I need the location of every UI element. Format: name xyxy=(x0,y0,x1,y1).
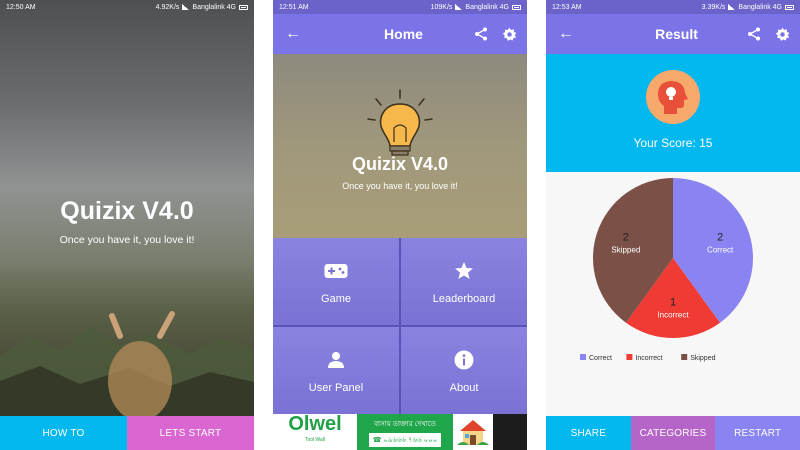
ad-brand-logo: Olwel Tool Wall xyxy=(273,414,357,448)
user-panel-tile[interactable]: User Panel xyxy=(273,327,399,414)
status-time: 12:51 AM xyxy=(279,3,309,11)
ad-banner[interactable]: Olwel Tool Wall বাসায় ডাক্তার দেখাতে ☎ … xyxy=(273,414,527,450)
lets-start-button[interactable]: LETS START xyxy=(127,416,254,450)
gear-icon[interactable] xyxy=(502,27,517,42)
share-icon[interactable] xyxy=(747,27,761,41)
tile-label-user-panel: User Panel xyxy=(308,381,364,394)
game-tile[interactable]: Game xyxy=(273,238,399,325)
ad-headline: বাসায় ডাক্তার দেখাতে xyxy=(374,420,436,428)
back-arrow-icon[interactable]: ← xyxy=(546,25,586,43)
tile-label-game: Game xyxy=(321,292,351,305)
home-hero-banner xyxy=(273,54,527,238)
head-idea-icon xyxy=(646,70,700,124)
home-toolbar: ← Home xyxy=(273,14,527,54)
toolbar-title: Home xyxy=(384,26,423,42)
person-icon xyxy=(328,351,344,368)
lightbulb-icon xyxy=(367,89,433,156)
about-tile[interactable]: About xyxy=(401,327,527,414)
app-tagline: Once you have it, you love it! xyxy=(342,181,458,191)
share-icon[interactable] xyxy=(474,27,488,41)
splash-screen: 12:50 AM 4.92K/s Banglalink 4G Quizix V4… xyxy=(0,0,254,450)
share-button[interactable]: SHARE xyxy=(546,416,631,450)
pie-label-incorrect: Incorrect xyxy=(657,311,689,320)
signal-icon xyxy=(182,4,190,10)
signal-icon xyxy=(455,4,463,10)
home-menu-grid: Game Leaderboard User Panel About xyxy=(273,238,527,414)
app-tagline: Once you have it, you love it! xyxy=(59,234,195,246)
battery-icon xyxy=(512,4,521,10)
status-carrier: Banglalink 4G xyxy=(738,3,782,11)
ad-headline-block: বাসায় ডাক্তার দেখাতে ☎ ০৯৬৬৬ ৭৬৬ ০০০ xyxy=(357,414,453,450)
legend-label-incorrect: Incorrect xyxy=(635,355,662,362)
gear-icon[interactable] xyxy=(775,27,790,42)
status-speed: 3.39K/s xyxy=(701,3,726,11)
toolbar-title: Result xyxy=(655,26,698,42)
score-text: Your Score: 15 xyxy=(633,136,713,150)
leaderboard-tile[interactable]: Leaderboard xyxy=(401,238,527,325)
pie-value-incorrect: 1 xyxy=(670,297,676,309)
info-icon xyxy=(454,350,474,369)
status-bar: 12:51 AM 109K/s Banglalink 4G xyxy=(273,0,527,14)
legend-swatch-incorrect xyxy=(626,354,633,360)
signal-icon xyxy=(728,4,736,10)
tile-label-about: About xyxy=(449,381,479,394)
pie-value-correct: 2 xyxy=(717,232,723,244)
legend-swatch-skipped xyxy=(681,354,688,360)
pie-chart-svg: 2 Correct 1 Incorrect 2 Skipped Correct Incorre… xyxy=(580,178,753,362)
pie-label-skipped: Skipped xyxy=(611,246,640,255)
ad-brand-sub: Tool Wall xyxy=(304,437,326,443)
app-title: Quizix V4.0 xyxy=(351,154,449,174)
app-title: Quizix V4.0 xyxy=(60,197,194,225)
legend-label-correct: Correct xyxy=(589,355,612,362)
status-time: 12:53 AM xyxy=(552,3,582,11)
status-carrier: Banglalink 4G xyxy=(465,3,509,11)
result-toolbar: ← Result xyxy=(546,14,800,54)
ad-side-panel xyxy=(493,414,527,450)
legend-swatch-correct xyxy=(580,354,586,360)
legend-label-skipped: Skipped xyxy=(690,355,715,362)
gamepad-icon xyxy=(324,263,348,278)
result-pie-chart: 2 Correct 1 Incorrect 2 Skipped Correct Incorre… xyxy=(546,172,800,416)
status-time: 12:50 AM xyxy=(6,3,36,11)
status-speed: 109K/s xyxy=(430,3,453,11)
battery-icon xyxy=(785,4,794,10)
ad-phone: ☎ ০৯৬৬৬ ৭৬৬ ০০০ xyxy=(368,432,442,447)
home-screen: 12:51 AM 109K/s Banglalink 4G ← Home Qui… xyxy=(273,0,527,450)
result-screen: 12:53 AM 3.39K/s Banglalink 4G ← Result xyxy=(546,0,800,450)
star-icon xyxy=(455,261,473,279)
pie-value-skipped: 2 xyxy=(623,232,629,244)
status-bar: 12:53 AM 3.39K/s Banglalink 4G xyxy=(546,0,800,14)
back-arrow-icon[interactable]: ← xyxy=(273,25,313,43)
restart-button[interactable]: RESTART xyxy=(715,416,800,450)
status-carrier: Banglalink 4G xyxy=(192,3,236,11)
status-speed: 4.92K/s xyxy=(155,3,180,11)
score-panel: Your Score: 15 xyxy=(546,54,800,172)
pie-label-correct: Correct xyxy=(707,246,734,255)
battery-icon xyxy=(239,4,248,10)
splash-bottom-bar: HOW TO LETS START xyxy=(0,416,254,450)
categories-button[interactable]: CATEGORIES xyxy=(630,416,716,450)
mountains-illustration xyxy=(0,311,254,416)
status-bar: 12:50 AM 4.92K/s Banglalink 4G xyxy=(0,0,254,14)
how-to-button[interactable]: HOW TO xyxy=(0,416,127,450)
tile-label-leaderboard: Leaderboard xyxy=(432,292,496,305)
house-icon xyxy=(453,414,493,450)
result-bottom-bar: SHARE CATEGORIES RESTART xyxy=(546,416,800,450)
